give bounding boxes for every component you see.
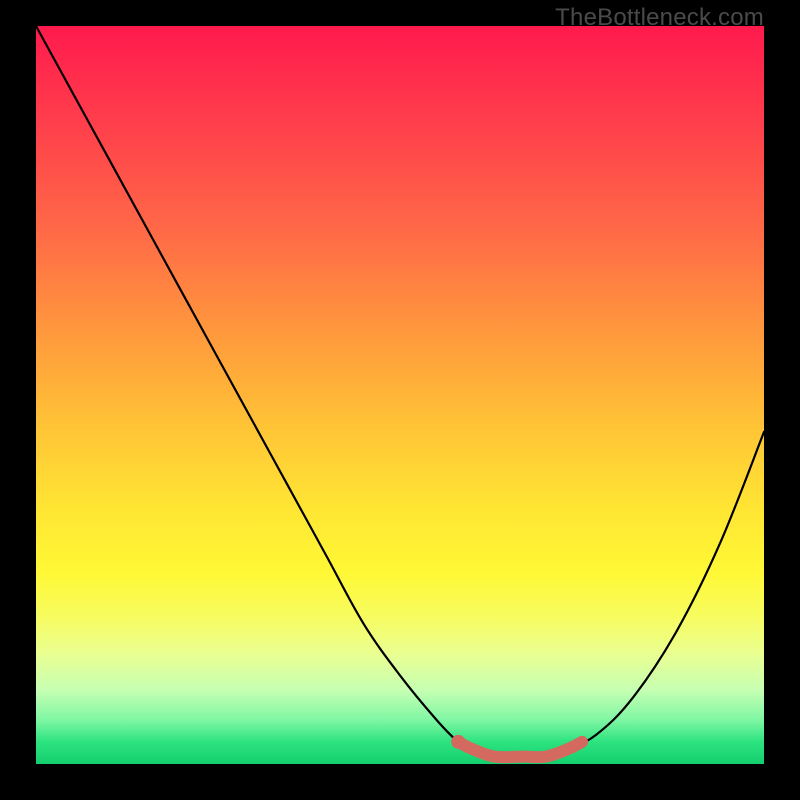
chart-svg: [36, 26, 764, 764]
chart-frame: TheBottleneck.com: [0, 0, 800, 800]
bottleneck-curve: [36, 26, 764, 757]
optimal-range-highlight: [458, 742, 582, 757]
plot-area: [36, 26, 764, 764]
optimal-range-start-dot: [451, 735, 465, 749]
